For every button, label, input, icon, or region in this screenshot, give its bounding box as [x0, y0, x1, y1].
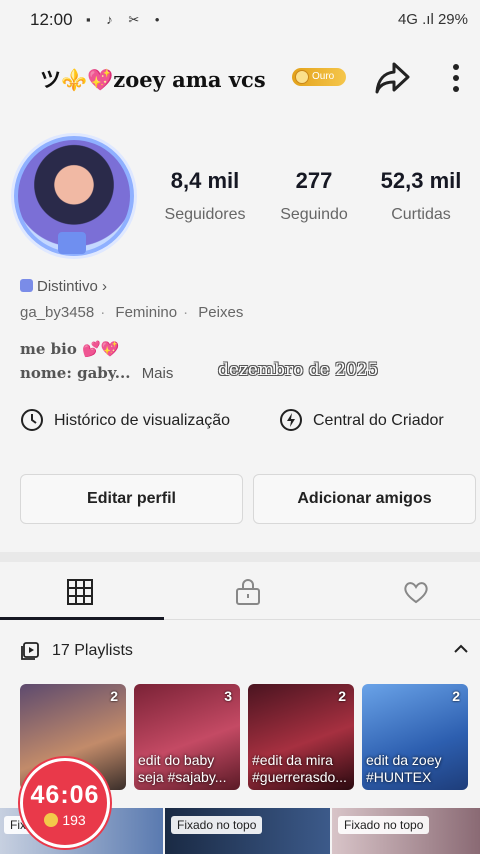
distintivo-label: Distintivo ›: [37, 278, 108, 295]
playlist-icon: [21, 642, 39, 660]
timer-coins: 193: [23, 812, 107, 828]
distintivo-link[interactable]: Distintivo ›: [20, 278, 107, 295]
profile-header: ツ⚜️💖zoey ama vcs Ouro: [0, 48, 480, 108]
playlists-header[interactable]: 17 Playlists: [20, 638, 470, 664]
following-count: 277: [295, 168, 333, 193]
heart-icon: [404, 582, 428, 604]
chevron-up-icon[interactable]: [452, 640, 470, 658]
profile-meta: ga_by3458 · Feminino · Peixes: [20, 304, 244, 321]
zodiac: Peixes: [198, 304, 244, 321]
clock-icon: [21, 409, 43, 431]
tab-private[interactable]: [168, 562, 328, 620]
playlists-label: 17 Playlists: [52, 642, 133, 659]
avatar-frame-icon: [58, 232, 86, 254]
following-stat[interactable]: 277 Seguindo: [259, 168, 369, 224]
status-time: 12:00: [30, 10, 73, 29]
creator-bolt-icon: [280, 409, 302, 431]
coin-icon: [44, 813, 59, 827]
following-label: Seguindo: [280, 206, 348, 223]
ouro-badge[interactable]: Ouro: [292, 68, 346, 86]
overlay-date-text: dezembro de 2025: [218, 360, 379, 380]
grid-icon: [67, 579, 93, 605]
gender: Feminino: [115, 304, 178, 321]
shield-icon: [20, 279, 33, 292]
section-divider: [0, 552, 480, 562]
timer-time: 46:06: [30, 781, 100, 809]
coin-icon: [295, 70, 309, 84]
bio-name: nome: gaby...: [20, 364, 131, 382]
playlist-thumb[interactable]: 2 edit da zoey #HUNTEX: [362, 684, 468, 790]
add-friends-button[interactable]: Adicionar amigos: [253, 474, 476, 524]
username: ツ⚜️💖zoey ama vcs: [40, 67, 266, 92]
tab-videos[interactable]: [0, 562, 160, 620]
status-bar: 12:00 ▪ ♪ ✂ • 4G .ıl 29%: [0, 0, 480, 40]
playlist-caption: #edit da mira #guerrerasdo...: [252, 752, 347, 785]
followers-label: Seguidores: [164, 206, 246, 223]
tab-liked[interactable]: [336, 562, 480, 620]
bio-more-link[interactable]: Mais: [142, 365, 174, 382]
likes-label: Curtidas: [391, 206, 451, 223]
user-id: ga_by3458: [20, 304, 95, 321]
followers-count: 8,4 mil: [170, 168, 240, 193]
coins-count: 193: [62, 812, 86, 828]
more-options-icon[interactable]: [440, 58, 472, 98]
bio-line: me bio 💕💖: [20, 340, 119, 358]
active-tab-indicator: [0, 617, 164, 620]
history-label: Histórico de visualização: [54, 412, 231, 429]
playlist-count: 2: [338, 688, 346, 704]
lock-icon: [236, 579, 260, 605]
playlist-count: 2: [110, 688, 118, 704]
floating-timer[interactable]: 46:06 193: [20, 758, 110, 848]
edit-profile-button[interactable]: Editar perfil: [20, 474, 243, 524]
playlist-caption: edit da zoey #HUNTEX: [366, 752, 442, 785]
content-tabs: [0, 562, 480, 620]
video-cell[interactable]: Fixado no topo: [332, 808, 480, 854]
playlist-count: 2: [452, 688, 460, 704]
playlist-thumb[interactable]: 3 edit do baby seja #sajaby...: [134, 684, 240, 790]
pinned-label: Fixado no topo: [171, 816, 263, 834]
creator-label: Central do Criador: [313, 412, 444, 429]
bio-line-2: nome: gaby... Mais: [20, 364, 173, 382]
video-cell[interactable]: Fixado no topo: [165, 808, 330, 854]
badge-label: Ouro: [312, 71, 335, 82]
likes-count: 52,3 mil: [380, 168, 462, 193]
followers-stat[interactable]: 8,4 mil Seguidores: [150, 168, 260, 224]
bio-text: me bio: [20, 340, 77, 358]
playlist-count: 3: [224, 688, 232, 704]
likes-stat[interactable]: 52,3 mil Curtidas: [366, 168, 476, 224]
pinned-label: Fixado no topo: [338, 816, 430, 834]
playlist-thumb[interactable]: 2 #edit da mira #guerrerasdo...: [248, 684, 354, 790]
share-icon[interactable]: [374, 60, 412, 96]
playlist-caption: edit do baby seja #sajaby...: [138, 752, 227, 785]
bio-hearts: 💕💖: [82, 340, 120, 358]
status-right: 4G .ıl 29%: [397, 11, 468, 28]
notification-icons: ▪ ♪ ✂ •: [86, 12, 166, 27]
